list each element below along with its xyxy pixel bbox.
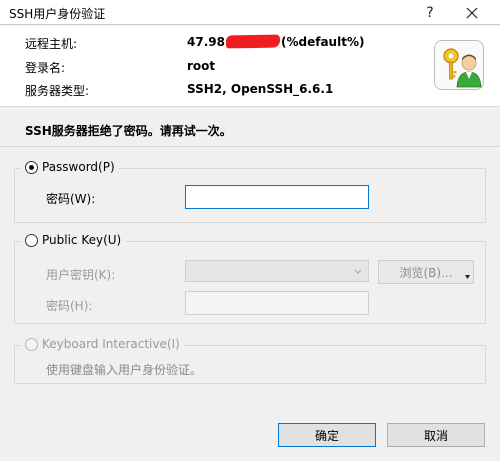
keyboard-interactive-radio[interactable]: Keyboard Interactive(I) (21, 337, 184, 351)
connection-info: 远程主机: 47.98. (%default%) 登录名: root 服务器类型… (0, 26, 500, 107)
close-button[interactable] (452, 0, 492, 25)
divider (0, 146, 500, 147)
title-bar: SSH用户身份验证 ? (0, 0, 500, 25)
user-key-label: 用户密钥(K): (46, 268, 116, 282)
publickey-radio-button[interactable] (25, 233, 38, 247)
user-key-select[interactable] (185, 260, 369, 282)
password-radio-button[interactable] (25, 160, 38, 174)
ok-button[interactable]: 确定 (278, 423, 376, 447)
keyboard-interactive-label: Keyboard Interactive(I) (42, 337, 180, 351)
host-suffix: (%default%) (281, 35, 365, 49)
cancel-button[interactable]: 取消 (387, 423, 485, 447)
password-radio[interactable]: Password(P) (21, 160, 119, 174)
close-icon (466, 7, 478, 18)
login-label: 登录名: (25, 61, 66, 75)
status-message: SSH服务器拒绝了密码。请再试一次。 (25, 124, 232, 138)
login-value: root (187, 59, 216, 73)
passphrase-label: 密码(H): (46, 299, 93, 313)
keys-icon (434, 40, 484, 90)
host-label: 远程主机: (25, 37, 78, 51)
dropdown-caret-icon (465, 275, 470, 279)
password-input[interactable] (185, 185, 369, 209)
browse-button-label: 浏览(B)... (399, 265, 453, 280)
password-label: 密码(W): (46, 192, 96, 206)
server-type-value: SSH2, OpenSSH_6.6.1 (187, 82, 334, 96)
redaction-mark (225, 34, 281, 49)
host-value: 47.98. (187, 35, 230, 49)
help-button[interactable]: ? (410, 0, 450, 25)
window-title: SSH用户身份验证 (9, 7, 106, 21)
browse-button[interactable]: 浏览(B)... (378, 260, 474, 284)
keyboard-interactive-radio-button[interactable] (25, 337, 38, 351)
server-type-label: 服务器类型: (25, 84, 90, 98)
chevron-down-icon (354, 269, 362, 274)
publickey-radio[interactable]: Public Key(U) (21, 233, 126, 247)
password-radio-label: Password(P) (42, 160, 115, 174)
publickey-radio-label: Public Key(U) (42, 233, 122, 247)
keyboard-interactive-hint: 使用键盘输入用户身份验证。 (46, 363, 203, 377)
passphrase-input[interactable] (185, 291, 369, 315)
